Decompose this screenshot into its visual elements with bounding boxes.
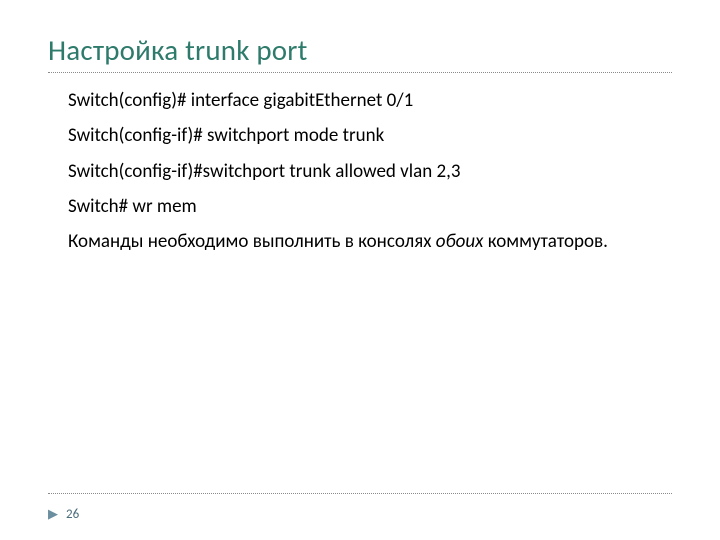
footer-divider xyxy=(48,493,672,494)
slide-title: Настройка trunk port xyxy=(48,32,672,68)
note-prefix: Команды необходимо выполнить в консолях xyxy=(68,230,436,253)
title-divider xyxy=(48,72,672,73)
note-suffix: коммутаторов. xyxy=(483,230,608,253)
note-text: Команды необходимо выполнить в консолях … xyxy=(48,226,672,257)
command-line: Switch(config-if)# switchport mode trunk xyxy=(48,120,672,151)
slide-body: Switch(config)# interface gigabitEtherne… xyxy=(48,85,672,258)
note-italic: обоих xyxy=(436,230,484,253)
slide-footer: ▶ 26 xyxy=(48,507,79,522)
slide: Настройка trunk port Switch(config)# int… xyxy=(0,0,720,540)
command-line: Switch(config-if)#switchport trunk allow… xyxy=(48,156,672,187)
page-number: 26 xyxy=(66,507,79,522)
command-line: Switch(config)# interface gigabitEtherne… xyxy=(48,85,672,116)
command-line: Switch# wr mem xyxy=(48,191,672,222)
bullet-icon: ▶ xyxy=(48,508,58,521)
